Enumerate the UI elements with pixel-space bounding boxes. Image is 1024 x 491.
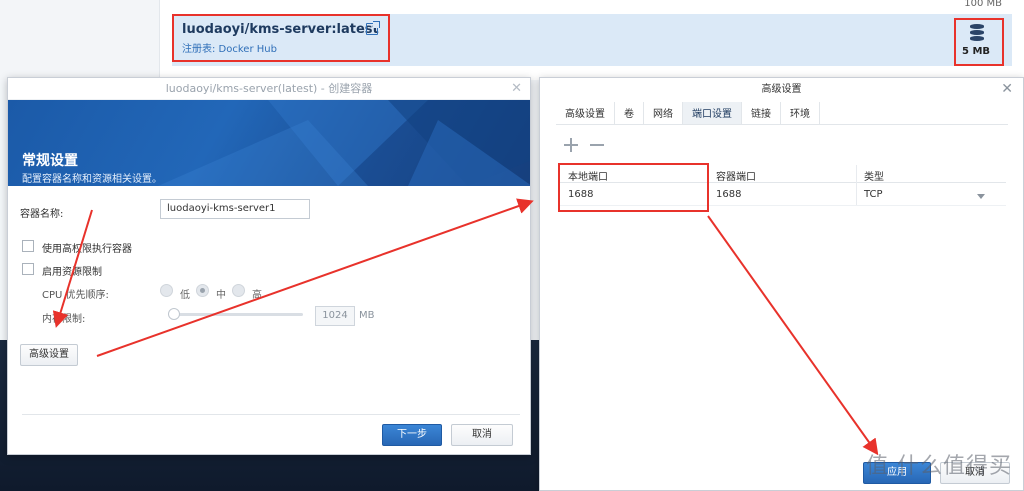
close-icon[interactable]: ✕ <box>511 81 522 96</box>
memory-unit: MB <box>359 310 375 321</box>
resource-limit-label: 启用资源限制 <box>42 267 102 278</box>
image-name-highlight <box>172 14 390 62</box>
container-name-input[interactable]: luodaoyi-kms-server1 <box>160 199 310 219</box>
tab-volume[interactable]: 卷 <box>615 102 644 124</box>
column-type: 类型 <box>864 172 884 183</box>
cancel-button[interactable]: 取消 <box>451 424 513 446</box>
container-port-cell[interactable]: 1688 <box>716 189 741 200</box>
tab-links[interactable]: 链接 <box>742 102 781 124</box>
memory-limit-label: 内存限制: <box>42 314 86 325</box>
resource-limit-checkbox[interactable] <box>22 263 34 275</box>
create-container-dialog: luodaoyi/kms-server(latest) - 创建容器 ✕ 常规设… <box>7 77 531 455</box>
memory-value-input[interactable]: 1024 <box>315 306 355 326</box>
type-cell[interactable]: TCP <box>864 189 883 200</box>
cpu-low-label: 低 <box>180 290 190 301</box>
image-size-highlight <box>954 18 1004 66</box>
remove-icon[interactable] <box>590 138 604 152</box>
advanced-settings-button[interactable]: 高级设置 <box>20 344 78 366</box>
banner-subtitle: 配置容器名称和资源相关设置。 <box>22 174 162 185</box>
cpu-high-label: 高 <box>252 290 262 301</box>
tab-bar: 高级设置 卷 网络 端口设置 链接 环境 <box>556 102 820 124</box>
cpu-medium-label: 中 <box>216 290 226 301</box>
privileged-label: 使用高权限执行容器 <box>42 244 132 255</box>
registry-sidebar <box>0 0 160 80</box>
next-button[interactable]: 下一步 <box>382 424 442 446</box>
watermark: 值 什么值得买 <box>866 454 1012 479</box>
chevron-down-icon[interactable] <box>977 194 985 199</box>
banner-title: 常规设置 <box>22 153 78 169</box>
footer-divider <box>22 414 520 415</box>
cpu-high-radio[interactable] <box>232 284 245 297</box>
tab-advanced[interactable]: 高级设置 <box>556 102 615 124</box>
cpu-medium-radio[interactable] <box>196 284 209 297</box>
container-name-label: 容器名称: <box>20 209 64 220</box>
dialog-title: 高级设置 <box>761 84 802 95</box>
privileged-checkbox[interactable] <box>22 240 34 252</box>
local-port-highlight <box>558 163 709 212</box>
tab-network[interactable]: 网络 <box>644 102 683 124</box>
add-icon[interactable] <box>564 138 578 152</box>
tab-divider <box>556 124 1008 125</box>
column-container-port: 容器端口 <box>716 172 756 183</box>
advanced-settings-dialog: 高级设置 ✕ 高级设置 卷 网络 端口设置 链接 环境 本地端口 容器端口 类型… <box>539 77 1024 491</box>
close-icon[interactable]: ✕ <box>1001 81 1013 97</box>
memory-slider-track[interactable] <box>168 313 303 316</box>
cpu-low-radio[interactable] <box>160 284 173 297</box>
settings-banner: 常规设置 配置容器名称和资源相关设置。 <box>8 100 530 186</box>
cpu-priority-label: CPU 优先顺序: <box>42 290 109 301</box>
tab-port-settings[interactable]: 端口设置 <box>683 102 742 124</box>
dialog-title: luodaoyi/kms-server(latest) - 创建容器 <box>8 78 530 100</box>
registry-top-size: 100 MB <box>964 0 1002 9</box>
tab-environment[interactable]: 环境 <box>781 102 820 124</box>
memory-slider-thumb[interactable] <box>168 308 180 320</box>
